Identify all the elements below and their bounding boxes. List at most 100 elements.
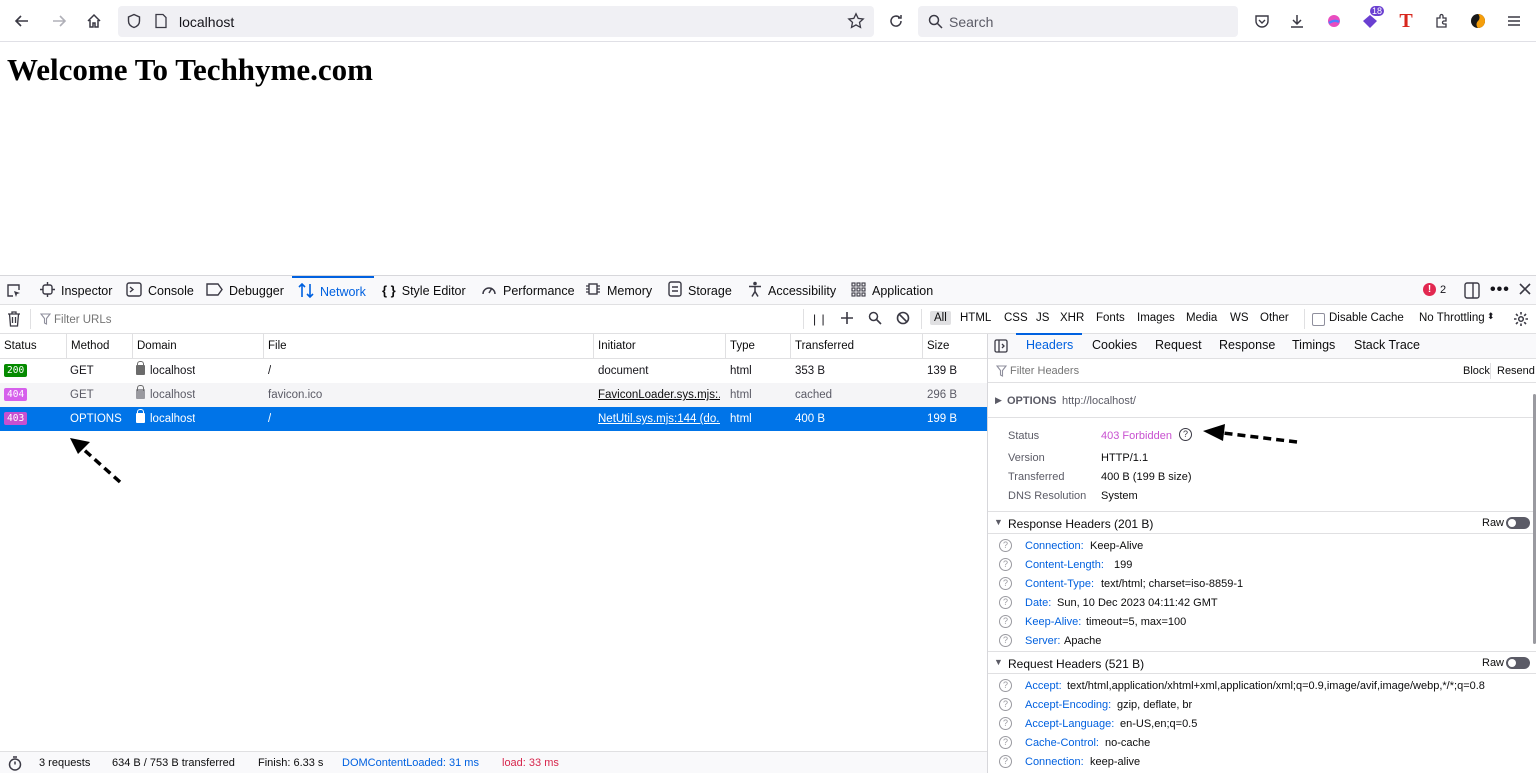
disable-cache-label[interactable]: Disable Cache xyxy=(1329,312,1404,324)
column-status[interactable]: Status xyxy=(0,334,66,359)
filter-media[interactable]: Media xyxy=(1186,312,1217,324)
pocket-icon[interactable] xyxy=(1249,8,1275,34)
tab-storage[interactable]: Storage xyxy=(668,276,732,305)
table-row[interactable]: 200 GET localhost / document html 353 B … xyxy=(0,359,987,383)
table-row-selected[interactable]: 403 OPTIONS localhost / NetUtil.sys.mjs:… xyxy=(0,407,987,431)
search-icon[interactable] xyxy=(868,311,882,328)
tab-cookies[interactable]: Cookies xyxy=(1092,338,1137,352)
raw-toggle[interactable] xyxy=(1506,657,1530,669)
column-type[interactable]: Type xyxy=(725,334,790,359)
help-icon[interactable]: ? xyxy=(999,596,1012,609)
help-icon[interactable]: ? xyxy=(999,736,1012,749)
search-placeholder[interactable]: Search xyxy=(949,14,993,30)
search-bar[interactable]: Search xyxy=(918,6,1238,37)
header-row[interactable]: ? Cache-Control: no-cache xyxy=(988,733,1534,752)
help-icon[interactable]: ? xyxy=(999,577,1012,590)
filter-html[interactable]: HTML xyxy=(960,312,991,324)
trash-icon[interactable] xyxy=(7,311,21,330)
page-icon[interactable] xyxy=(154,13,168,32)
home-icon[interactable] xyxy=(81,8,107,34)
table-row[interactable]: 404 GET localhost favicon.ico FaviconLoa… xyxy=(0,383,987,407)
raw-toggle[interactable] xyxy=(1506,517,1530,529)
column-size[interactable]: Size xyxy=(922,334,987,359)
close-icon[interactable] xyxy=(1518,282,1532,299)
header-row[interactable]: ? Connection: Keep-Alive xyxy=(988,536,1534,555)
resend-button[interactable]: Resend xyxy=(1497,365,1535,377)
column-initiator[interactable]: Initiator xyxy=(593,334,725,359)
header-row[interactable]: ? Content-Type: text/html; charset=iso-885… xyxy=(988,574,1534,593)
tab-debugger[interactable]: Debugger xyxy=(206,276,284,305)
tab-performance[interactable]: Performance xyxy=(481,276,575,305)
filter-images[interactable]: Images xyxy=(1137,312,1175,324)
request-summary[interactable]: ▶ OPTIONS http://localhost/ xyxy=(988,383,1534,418)
column-domain[interactable]: Domain xyxy=(132,334,263,359)
url-text[interactable]: localhost xyxy=(179,14,234,30)
downloads-icon[interactable] xyxy=(1284,8,1310,34)
header-row[interactable]: ? Accept-Language: en-US,en;q=0.5 xyxy=(988,714,1534,733)
tab-stack-trace[interactable]: Stack Trace xyxy=(1354,338,1420,352)
help-icon[interactable]: ? xyxy=(999,539,1012,552)
filter-all[interactable]: All xyxy=(930,311,951,325)
filter-other[interactable]: Other xyxy=(1260,312,1289,324)
tab-style-editor[interactable]: { } Style Editor xyxy=(382,276,466,305)
dock-side-icon[interactable] xyxy=(1464,282,1480,302)
header-row[interactable]: ? Server: Apache xyxy=(988,631,1534,650)
response-headers-section[interactable]: ▼ Response Headers (201 B) Raw xyxy=(988,511,1536,534)
filter-css[interactable]: CSS xyxy=(1004,312,1028,324)
extension-orange-icon[interactable] xyxy=(1465,8,1491,34)
filter-headers-input[interactable] xyxy=(1010,363,1410,379)
header-row[interactable]: ? Connection: keep-alive xyxy=(988,752,1534,771)
header-row[interactable]: ? Content-Length: 199 xyxy=(988,555,1534,574)
request-headers-section[interactable]: ▼ Request Headers (521 B) Raw xyxy=(988,651,1536,674)
menu-icon[interactable] xyxy=(1501,8,1527,34)
element-picker-icon[interactable] xyxy=(6,283,22,302)
tab-console[interactable]: Console xyxy=(126,276,194,305)
pause-icon[interactable]: | | xyxy=(813,312,826,326)
help-icon[interactable]: ? xyxy=(999,558,1012,571)
help-icon[interactable]: ? xyxy=(999,755,1012,768)
extension-colorful-icon[interactable] xyxy=(1321,8,1347,34)
tab-application[interactable]: Application xyxy=(851,276,933,305)
column-method[interactable]: Method xyxy=(66,334,132,359)
filter-urls-input[interactable] xyxy=(54,311,754,328)
header-row[interactable]: ? Date: Sun, 10 Dec 2023 04:11:42 GMT xyxy=(988,593,1534,612)
extension-shield-icon[interactable]: 18 xyxy=(1357,6,1385,34)
tab-response[interactable]: Response xyxy=(1219,338,1275,352)
help-icon[interactable]: ? xyxy=(999,698,1012,711)
url-bar[interactable]: localhost xyxy=(118,6,874,37)
throttling-select[interactable]: No Throttling xyxy=(1419,312,1485,324)
more-options-icon[interactable]: ••• xyxy=(1490,281,1510,299)
tab-network[interactable]: Network xyxy=(292,276,374,305)
help-icon[interactable]: ? xyxy=(999,615,1012,628)
reload-icon[interactable] xyxy=(883,8,909,34)
filter-js[interactable]: JS xyxy=(1036,312,1049,324)
help-icon[interactable]: ? xyxy=(999,679,1012,692)
help-icon[interactable]: ? xyxy=(999,634,1012,647)
initiator-link[interactable]: NetUtil.sys.mjs:144 (do... xyxy=(598,407,720,431)
block-button[interactable]: Block xyxy=(1463,365,1490,377)
filter-ws[interactable]: WS xyxy=(1230,312,1249,324)
header-row[interactable]: ? Accept: text/html,application/xhtml+xml,… xyxy=(988,676,1534,695)
shield-icon[interactable] xyxy=(126,13,142,32)
filter-xhr[interactable]: XHR xyxy=(1060,312,1084,324)
add-icon[interactable] xyxy=(840,311,854,328)
error-counter[interactable]: ! 2 xyxy=(1423,283,1446,296)
tab-timings[interactable]: Timings xyxy=(1292,338,1335,352)
bookmark-star-icon[interactable] xyxy=(847,12,865,33)
tab-accessibility[interactable]: Accessibility xyxy=(748,276,836,305)
column-transferred[interactable]: Transferred xyxy=(790,334,922,359)
back-icon[interactable] xyxy=(9,8,35,34)
settings-gear-icon[interactable] xyxy=(1513,311,1529,330)
tab-inspector[interactable]: Inspector xyxy=(40,276,112,305)
filter-fonts[interactable]: Fonts xyxy=(1096,312,1125,324)
extensions-puzzle-icon[interactable] xyxy=(1429,8,1455,34)
forward-icon[interactable] xyxy=(46,8,72,34)
tab-request[interactable]: Request xyxy=(1155,338,1202,352)
stopwatch-icon[interactable] xyxy=(8,756,22,774)
help-icon[interactable]: ? xyxy=(1179,428,1192,441)
tab-headers[interactable]: Headers xyxy=(1026,338,1073,352)
initiator-link[interactable]: FaviconLoader.sys.mjs:... xyxy=(598,383,720,407)
disable-cache-checkbox[interactable] xyxy=(1312,313,1325,326)
extension-t-icon[interactable]: T xyxy=(1393,8,1419,34)
column-file[interactable]: File xyxy=(263,334,593,359)
